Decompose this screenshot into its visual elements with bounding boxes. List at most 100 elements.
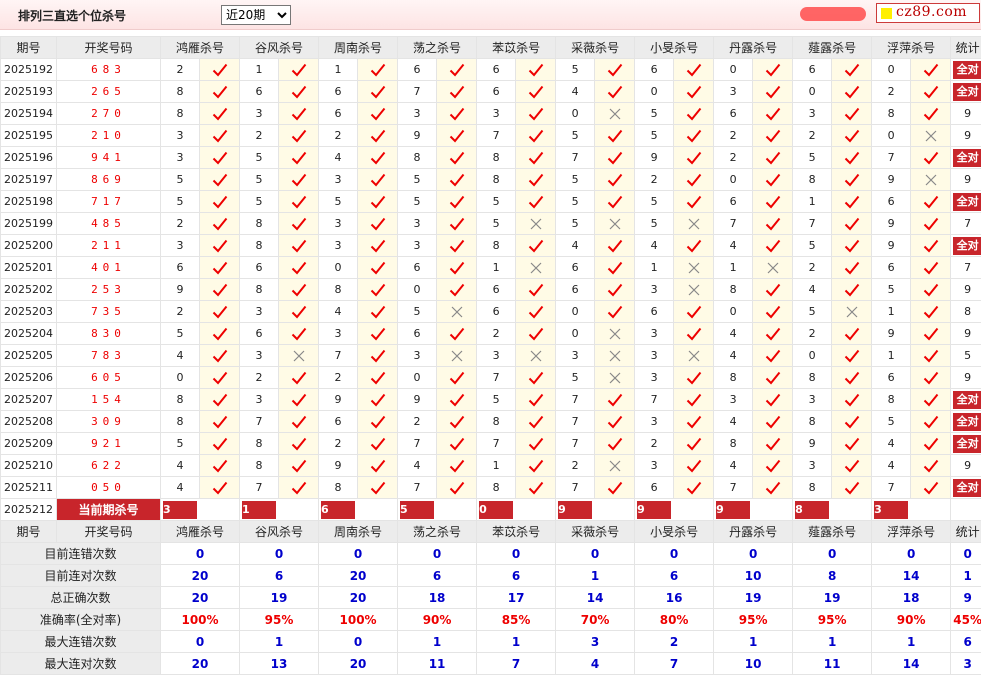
check-icon [370,151,386,164]
stat-cell: 8 [951,301,981,323]
result-mark [516,389,556,411]
check-icon [528,415,544,428]
all-correct-badge: 全对 [953,391,981,409]
kill-value: 4 [161,345,200,367]
all-correct-badge: 全对 [953,193,981,211]
result-mark [832,59,872,81]
check-icon [844,239,860,252]
check-icon [765,437,781,450]
kill-value: 5 [556,169,595,191]
stat-value: 95% [240,609,319,631]
kill-value: 3 [714,389,753,411]
kill-value: 3 [793,455,832,477]
result-mark [674,367,714,389]
period-cell: 2025204 [1,323,57,345]
check-icon [528,239,544,252]
check-icon [291,437,307,450]
period-cell: 2025197 [1,169,57,191]
stat-value: 20 [319,587,398,609]
result-mark [832,411,872,433]
table-row: 20252099215827772894全对 [1,433,981,455]
result-mark [595,169,635,191]
kill-value: 6 [398,257,437,279]
stat-cell: 9 [951,367,981,389]
kill-value: 5 [872,411,911,433]
kill-value: 3 [635,411,674,433]
check-icon [844,459,860,472]
check-icon [607,85,623,98]
check-icon [291,415,307,428]
check-icon [370,63,386,76]
kill-value: 5 [477,213,516,235]
result-mark [279,301,319,323]
check-icon [528,393,544,406]
result-mark [516,169,556,191]
col-header-expert-0: 鸿雁杀号 [161,37,240,59]
kill-value: 4 [319,301,358,323]
stat-value: 0 [556,543,635,565]
result-mark [516,477,556,499]
check-icon [686,63,702,76]
check-icon [528,129,544,142]
result-mark [358,125,398,147]
current-kill: 1 [240,499,319,521]
result-mark [753,81,793,103]
check-icon [528,85,544,98]
kill-value: 2 [793,125,832,147]
check-icon [607,63,623,76]
result-mark [832,235,872,257]
range-select[interactable]: 近20期 [221,5,291,25]
cross-icon [607,349,623,362]
result-mark [516,257,556,279]
result-mark [595,235,635,257]
result-mark [595,81,635,103]
kill-value: 6 [477,301,516,323]
all-correct-badge: 全对 [953,435,981,453]
kill-value: 8 [477,147,516,169]
kill-value: 6 [635,301,674,323]
draw-number: 783 [57,345,161,367]
result-mark [200,59,240,81]
kill-value: 2 [161,213,200,235]
current-kill: 0 [477,499,556,521]
check-icon [212,371,228,384]
kill-value: 6 [477,81,516,103]
stat-value: 0 [635,543,714,565]
kill-value: 2 [161,59,200,81]
stat-label: 准确率(全对率) [1,609,161,631]
result-mark [674,213,714,235]
check-icon [923,415,939,428]
kill-value: 6 [319,103,358,125]
kill-value: 8 [477,169,516,191]
result-mark [911,235,951,257]
kill-value: 5 [319,191,358,213]
current-label: 当前期杀号 [57,499,161,521]
result-mark [200,213,240,235]
result-mark [358,477,398,499]
result-mark [832,103,872,125]
check-icon [844,63,860,76]
period-cell: 2025202 [1,279,57,301]
site-logo[interactable]: cz89.com [876,3,980,23]
col-header-expert-4: 苯苡杀号 [477,37,556,59]
result-mark [358,389,398,411]
cross-icon [765,261,781,274]
check-icon [844,217,860,230]
kill-value: 3 [240,103,279,125]
stat-value: 100% [319,609,398,631]
kill-value: 8 [319,477,358,499]
result-mark [832,191,872,213]
result-mark [753,213,793,235]
result-mark [279,59,319,81]
kill-value: 4 [872,455,911,477]
result-mark [200,81,240,103]
kill-value: 2 [714,125,753,147]
result-mark [200,323,240,345]
result-mark [437,389,477,411]
current-kill-value: 9 [558,501,592,519]
stat-value: 20 [161,565,240,587]
kill-value: 5 [556,191,595,213]
col-header-expert-3: 荡之杀号 [398,37,477,59]
current-kill-value: 9 [716,501,750,519]
kill-value: 2 [635,169,674,191]
